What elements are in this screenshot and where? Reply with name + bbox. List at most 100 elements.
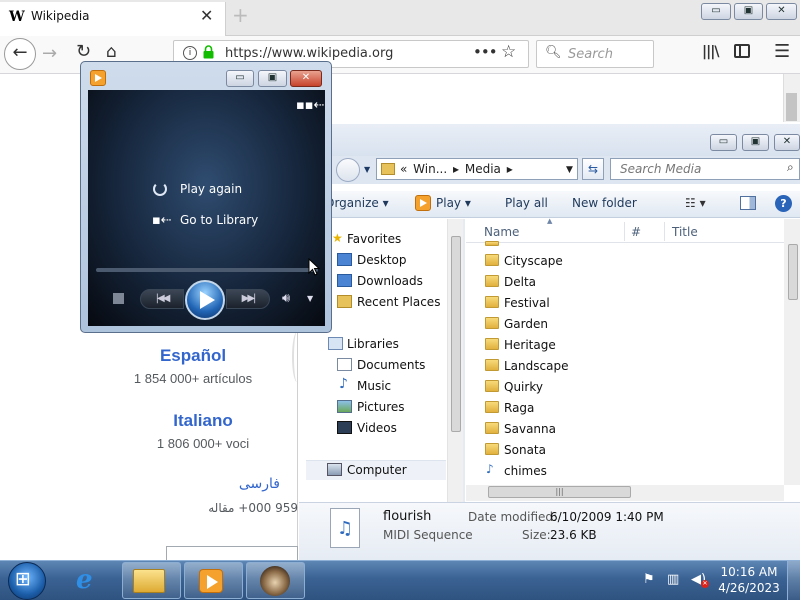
play-again-link[interactable]: Play again [180,182,242,196]
wiki-search-box[interactable] [166,546,298,560]
explorer-maximize-button[interactable]: ▣ [742,134,769,151]
explorer-search-placeholder: Search Media [620,162,702,176]
action-center-flag-icon[interactable]: ⚑ [643,572,655,587]
nav-music[interactable]: Music [357,379,391,393]
details-size-label: Size: [522,528,551,542]
volume-icon[interactable]: 🔊︎ [282,291,290,306]
breadcrumb[interactable]: « Win... ▸ Media ▸ [400,162,513,176]
nav-desktop[interactable]: Desktop [357,253,407,267]
tab-close-icon[interactable]: ✕ [200,6,213,25]
reload-icon[interactable]: ↻ [76,41,91,62]
explorer-minimize-button[interactable]: ▭ [710,134,737,151]
site-info-icon[interactable]: i [183,46,197,60]
play-button[interactable]: Play ▾ [436,196,471,210]
bookmark-star-icon[interactable]: ☆ [501,42,516,62]
folder-icon [485,422,499,434]
show-desktop-button[interactable] [787,561,800,600]
back-button[interactable]: ← [4,38,36,70]
network-icon[interactable]: ▥ [667,572,679,587]
browser-minimize-button[interactable]: ▭ [701,3,731,20]
wiki-language-link[interactable]: فارسی [180,476,280,492]
recent-pages-icon[interactable]: ▼ [364,165,370,174]
explorer-close-button[interactable]: ✕ [774,134,800,151]
pane-splitter[interactable] [463,219,465,502]
list-item[interactable]: Quirky [504,380,543,394]
breadcrumb-overflow[interactable]: « [400,162,407,176]
list-item[interactable]: Savanna [504,422,556,436]
player-close-button[interactable]: ✕ [290,70,322,87]
page-actions-icon[interactable]: ••• [473,43,498,61]
nav-scrollbar-thumb[interactable] [451,236,461,432]
new-tab-button[interactable]: + [232,3,249,27]
clock-date[interactable]: 4/26/2023 [718,581,780,595]
videos-icon [337,421,352,434]
player-minimize-button[interactable]: ▭ [226,70,254,87]
player-maximize-button[interactable]: ▣ [258,70,287,87]
play-all-button[interactable]: Play all [505,196,548,210]
seek-bar[interactable] [96,268,318,272]
help-icon[interactable]: ? [775,195,792,212]
column-divider[interactable] [664,222,665,241]
organize-button[interactable]: Organize ▾ [325,196,389,210]
file-list-vscrollbar-thumb[interactable] [788,244,798,300]
clock-time[interactable]: 10:16 AM [718,565,780,579]
home-icon[interactable]: ⌂ [106,42,117,62]
column-name[interactable]: Name [484,225,519,239]
desktop-icon [337,253,352,266]
column-title[interactable]: Title [672,225,698,239]
list-item[interactable]: Sonata [504,443,546,457]
nav-pictures[interactable]: Pictures [357,400,405,414]
list-item[interactable]: Delta [504,275,536,289]
wiki-language-link[interactable]: Español [93,346,293,366]
wiki-language-link[interactable]: Italiano [103,411,303,431]
recent-places-icon [337,295,352,308]
refresh-icon[interactable]: ⇆ [582,158,604,180]
column-divider[interactable] [624,222,625,241]
breadcrumb-windows[interactable]: Win... [413,162,447,176]
nav-libraries[interactable]: Libraries [347,337,399,351]
nav-videos[interactable]: Videos [357,421,397,435]
nav-recent-places[interactable]: Recent Places [357,295,440,309]
library-icon[interactable]: ▪⇠ [152,213,172,228]
list-item[interactable]: Cityscape [504,254,563,268]
explorer-forward-button[interactable] [336,158,360,182]
nav-favorites[interactable]: Favorites [347,232,401,246]
folder-icon [485,380,499,392]
hamburger-menu-icon[interactable]: ☰ [774,41,790,62]
replay-icon[interactable] [153,182,167,196]
volume-dropdown-icon[interactable]: ▼ [307,294,313,303]
windows-logo-icon: ⊞ [15,568,31,590]
list-item[interactable]: Festival [504,296,550,310]
sidebar-icon[interactable] [734,44,750,58]
breadcrumb-chevron-icon[interactable]: ▸ [453,162,459,176]
forward-icon[interactable]: → [42,43,57,64]
previous-button[interactable]: |◀◀ [140,289,184,309]
url-text[interactable]: https://www.wikipedia.org [225,46,393,61]
folder-icon [485,443,499,455]
stop-button[interactable] [113,293,124,304]
library-icon[interactable]: |||\ [702,44,719,60]
page-scrollbar-thumb[interactable] [786,93,797,121]
breadcrumb-chevron-icon[interactable]: ▸ [507,162,513,176]
change-view-button[interactable]: ☷ ▾ [685,196,706,210]
list-item[interactable]: Garden [504,317,548,331]
new-folder-button[interactable]: New folder [572,196,637,210]
list-item[interactable]: chimes [504,464,547,478]
breadcrumb-media[interactable]: Media [465,162,501,176]
address-dropdown-icon[interactable]: ▼ [566,165,573,175]
list-item[interactable]: Heritage [504,338,556,352]
browser-maximize-button[interactable]: ▣ [734,3,763,20]
go-to-library-link[interactable]: Go to Library [180,213,258,227]
next-button[interactable]: ▶▶| [226,289,270,309]
switch-to-library-icon[interactable]: ▪▪⇠ [296,98,325,113]
browser-close-button[interactable]: ✕ [766,3,797,20]
nav-documents[interactable]: Documents [357,358,425,372]
list-item[interactable]: Landscape [504,359,568,373]
column-number[interactable]: # [631,225,641,239]
preview-pane-icon[interactable] [740,196,756,210]
nav-computer[interactable]: Computer [347,463,407,477]
play-button[interactable] [185,280,225,320]
nav-downloads[interactable]: Downloads [357,274,423,288]
file-list-hscrollbar-thumb[interactable]: ||| [488,486,631,498]
list-item[interactable]: Raga [504,401,534,415]
